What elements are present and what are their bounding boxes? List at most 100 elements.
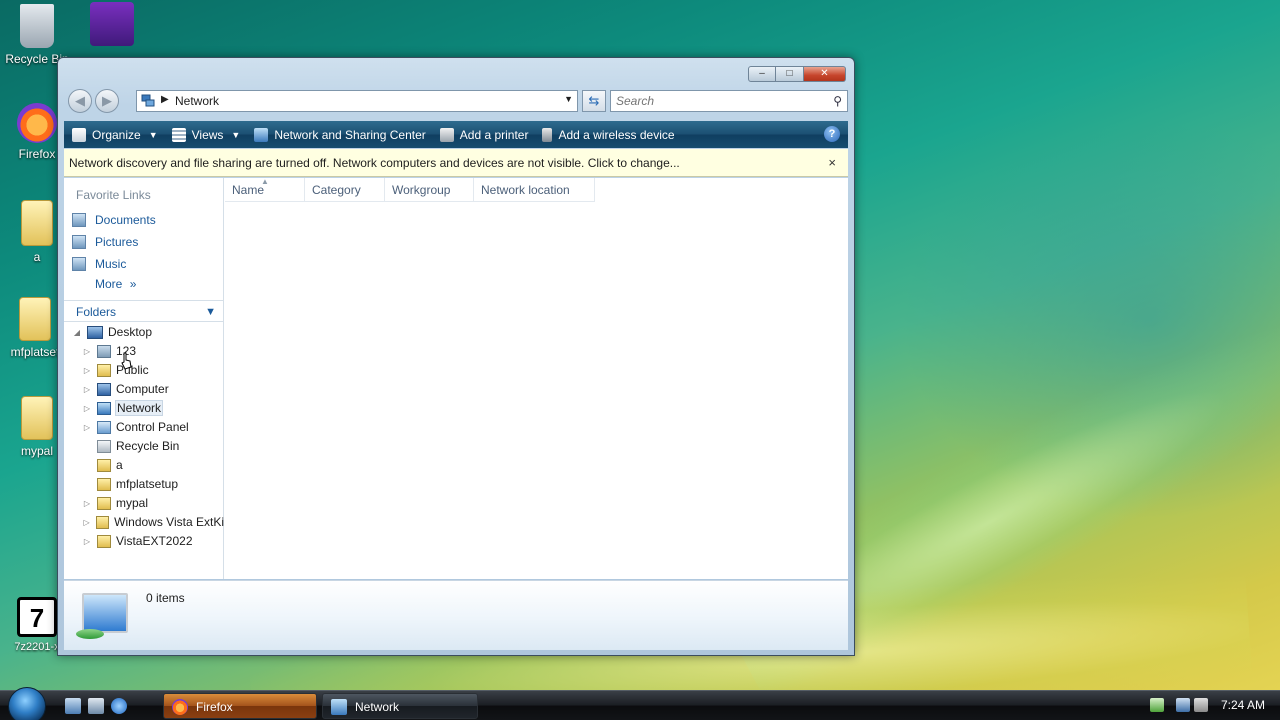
tree-item-mfplatsetup[interactable]: mfplatsetup: [82, 475, 178, 493]
switch-windows-icon[interactable]: [88, 698, 104, 714]
tree-item-desktop[interactable]: ◢ Desktop: [72, 323, 152, 341]
folder-icon: [21, 396, 53, 440]
network-icon: [97, 401, 111, 415]
tree-item-label: Desktop: [108, 325, 153, 339]
system-tray: 7:24 AM: [1140, 691, 1280, 720]
gift-app-icon: [90, 2, 134, 46]
tree-item-recycle-bin[interactable]: Recycle Bin: [82, 437, 179, 455]
favorite-link-pictures[interactable]: Pictures: [72, 233, 138, 251]
expand-arrow-icon[interactable]: ▷: [82, 366, 92, 375]
column-header-name[interactable]: ▲ Name: [225, 177, 305, 202]
folder-icon: [96, 515, 110, 529]
tree-item-label: mypal: [116, 496, 149, 510]
favorite-link-documents[interactable]: Documents: [72, 211, 156, 229]
firefox-icon: [172, 699, 188, 715]
printer-icon: [439, 127, 454, 142]
tree-item-a[interactable]: a: [82, 456, 123, 474]
organize-icon: [72, 127, 86, 142]
network-large-icon: [82, 593, 128, 633]
taskbar: Firefox Network 7:24 AM: [0, 687, 1280, 720]
folder-icon: [97, 496, 111, 510]
collapse-arrow-icon: ◢: [73, 327, 81, 337]
network-tray-icon[interactable]: [1176, 698, 1190, 712]
explorer-window: – □ ✕ ◀ ▶ ▶ Network ▼ ⇆ ⚲ Organize ▼: [57, 57, 855, 656]
search-box: ⚲: [610, 90, 848, 112]
control-panel-icon: [97, 420, 111, 434]
back-arrow-icon: ◀: [75, 93, 85, 108]
close-button[interactable]: ✕: [804, 66, 846, 82]
favorite-links-title: Favorite Links: [76, 188, 151, 202]
breadcrumb-network[interactable]: Network: [175, 94, 219, 108]
organize-label: Organize: [92, 127, 141, 142]
back-button[interactable]: ◀: [68, 89, 92, 113]
network-discovery-infobar[interactable]: Network discovery and file sharing are t…: [64, 149, 848, 177]
expand-arrow-icon[interactable]: ▷: [82, 537, 92, 546]
expand-arrow-icon[interactable]: ▷: [82, 385, 92, 394]
forward-arrow-icon: ▶: [102, 93, 112, 108]
tree-item-label: a: [116, 458, 123, 472]
maximize-button[interactable]: □: [776, 66, 804, 82]
tree-item-vistaext2022[interactable]: ▷ VistaEXT2022: [82, 532, 193, 550]
add-printer-button[interactable]: Add a printer: [439, 127, 528, 142]
organize-button[interactable]: Organize ▼: [72, 127, 158, 142]
tree-item-label: mfplatsetup: [116, 477, 179, 491]
column-header-network-location[interactable]: Network location: [474, 178, 595, 202]
folder-icon: [21, 200, 53, 246]
tree-item-public[interactable]: ▷ Public: [82, 361, 149, 379]
7zip-icon: 7: [17, 597, 57, 637]
expand-arrow-icon[interactable]: ▷: [82, 404, 92, 413]
volume-muted-icon[interactable]: [1194, 698, 1208, 712]
sort-arrow-icon: ▲: [261, 177, 269, 186]
internet-explorer-icon[interactable]: [111, 698, 127, 714]
tree-item-computer[interactable]: ▷ Computer: [82, 380, 169, 398]
expand-arrow-icon[interactable]: ▷: [82, 518, 91, 527]
folders-header[interactable]: Folders ▼: [64, 300, 224, 322]
clock[interactable]: 7:24 AM: [1221, 698, 1265, 712]
tree-item-label: Control Panel: [116, 420, 189, 434]
help-button[interactable]: ?: [824, 126, 840, 142]
expand-arrow-icon[interactable]: ▷: [82, 423, 92, 432]
search-input[interactable]: [611, 91, 821, 111]
minimize-button[interactable]: –: [748, 66, 776, 82]
add-wireless-device-button[interactable]: Add a wireless device: [542, 127, 675, 142]
chevron-down-icon: ▼: [231, 129, 241, 140]
security-shield-icon[interactable]: [1150, 698, 1164, 712]
folder-icon: [97, 363, 111, 377]
forward-button[interactable]: ▶: [95, 89, 119, 113]
tree-item-windows-vista-extkit[interactable]: ▷ Windows Vista ExtKi: [82, 513, 225, 531]
infobar-message: Network discovery and file sharing are t…: [69, 156, 680, 170]
folder-icon: [97, 477, 111, 491]
file-list[interactable]: ▲ Name Category Workgroup Network locati…: [225, 177, 848, 579]
favorite-link-label: Music: [95, 257, 127, 271]
column-header-category[interactable]: Category: [305, 178, 385, 202]
chevron-down-icon: ▼: [205, 306, 216, 318]
search-icon[interactable]: ⚲: [833, 94, 842, 108]
taskbar-button-firefox[interactable]: Firefox: [163, 693, 317, 719]
views-button[interactable]: Views ▼: [171, 127, 241, 142]
tree-item-label: Recycle Bin: [116, 439, 180, 453]
column-header-workgroup[interactable]: Workgroup: [385, 178, 474, 202]
content-area: Favorite Links Documents Pictures Music …: [64, 177, 848, 579]
taskbar-button-network[interactable]: Network: [322, 693, 478, 719]
network-icon: [331, 699, 347, 715]
desktop-icon-gift-app[interactable]: [77, 2, 147, 50]
tree-item-label: Windows Vista ExtKi: [114, 515, 224, 529]
tree-item-control-panel[interactable]: ▷ Control Panel: [82, 418, 189, 436]
expand-arrow-icon[interactable]: ▷: [82, 499, 92, 508]
network-sharing-center-button[interactable]: Network and Sharing Center: [254, 127, 426, 142]
breadcrumb-separator-icon: ▶: [161, 94, 169, 105]
address-bar[interactable]: ▶ Network ▼: [136, 90, 578, 112]
refresh-button[interactable]: ⇆: [582, 90, 606, 112]
tree-item-network[interactable]: ▷ Network: [82, 399, 164, 417]
start-button[interactable]: [8, 687, 46, 720]
expand-arrow-icon[interactable]: ▷: [82, 347, 92, 356]
chevron-down-icon: ▼: [148, 129, 158, 140]
show-desktop-icon[interactable]: [65, 698, 81, 714]
user-folder-icon: [97, 344, 111, 358]
infobar-close-icon[interactable]: ×: [828, 149, 836, 177]
address-dropdown-icon[interactable]: ▼: [564, 94, 573, 104]
favorite-link-music[interactable]: Music: [72, 255, 126, 273]
more-links-button[interactable]: More »: [95, 277, 136, 291]
tree-item-mypal[interactable]: ▷ mypal: [82, 494, 148, 512]
hand-cursor-icon: [121, 352, 132, 370]
